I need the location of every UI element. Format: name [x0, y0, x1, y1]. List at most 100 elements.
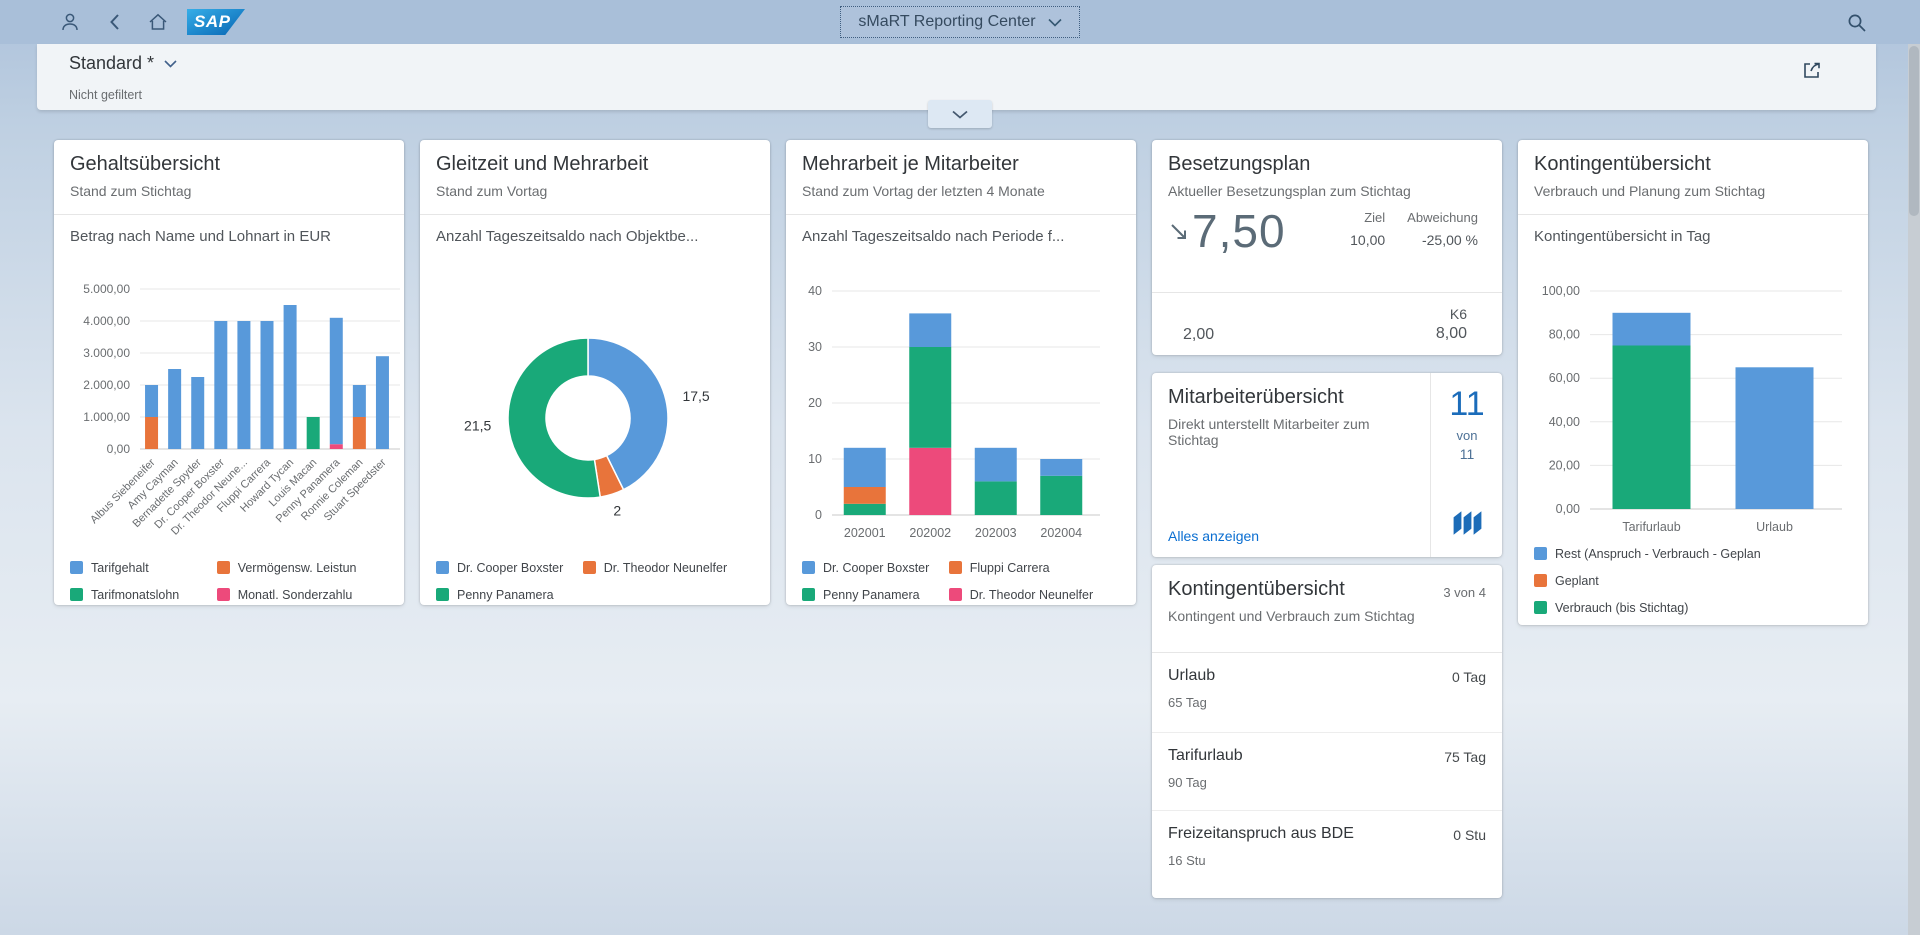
card-header[interactable]: Besetzungsplan Aktueller Besetzungsplan … [1152, 140, 1502, 215]
svg-text:202002: 202002 [909, 526, 951, 540]
scrollbar[interactable] [1908, 44, 1920, 935]
overtime-bar-chart: 010203040202001202002202003202004 [786, 260, 1136, 552]
app-title: sMaRT Reporting Center [858, 13, 1035, 31]
svg-text:0,00: 0,00 [107, 442, 131, 456]
footer-right-label: K6 [1436, 306, 1467, 322]
back-button[interactable] [105, 11, 127, 33]
card-header[interactable]: Kontingentübersicht Verbrauch und Planun… [1518, 140, 1868, 215]
card-subtitle: Stand zum Stichtag [70, 183, 388, 199]
legend-swatch [802, 588, 815, 601]
card-subtitle: Stand zum Vortag der letzten 4 Monate [802, 183, 1120, 199]
item-value: 0 Tag [1452, 669, 1486, 685]
svg-text:17,5: 17,5 [682, 388, 709, 404]
chart-title: Kontingentübersicht in Tag [1534, 228, 1711, 245]
legend-swatch [949, 561, 962, 574]
share-icon [1800, 70, 1824, 85]
card-header[interactable]: Mehrarbeit je Mitarbeiter Stand zum Vort… [786, 140, 1136, 215]
card-title: Mehrarbeit je Mitarbeiter [802, 153, 1120, 176]
legend-item: Geplant [1534, 567, 1860, 594]
svg-text:Tarifurlaub: Tarifurlaub [1622, 520, 1680, 534]
legend-swatch [70, 561, 83, 574]
bars [1613, 313, 1814, 509]
back-icon [105, 12, 127, 32]
svg-text:1.000,00: 1.000,00 [83, 410, 130, 424]
card-header[interactable]: Kontingentübersicht Kontingent und Verbr… [1152, 565, 1502, 653]
legend-label: Penny Panamera [823, 588, 920, 602]
legend-label: Monatl. Sonderzahlu [238, 588, 353, 602]
svg-text:202001: 202001 [844, 526, 886, 540]
svg-text:0,00: 0,00 [1556, 502, 1580, 516]
app-title-select[interactable]: sMaRT Reporting Center [840, 6, 1080, 38]
legend-swatch [1534, 601, 1547, 614]
sap-logo: SAP [187, 9, 245, 35]
list-item-tarifurlaub[interactable]: Tarifurlaub 75 Tag 90 Tag [1152, 732, 1502, 809]
svg-text:20,00: 20,00 [1549, 458, 1580, 472]
svg-text:40: 40 [808, 284, 822, 298]
chevron-down-icon [952, 107, 968, 122]
card-counter: 3 von 4 [1443, 585, 1486, 600]
legend-label: Verbrauch (bis Stichtag) [1555, 601, 1688, 615]
bars [844, 313, 1083, 515]
legend-swatch [1534, 547, 1547, 560]
scrollbar-thumb[interactable] [1909, 46, 1919, 216]
list-item-urlaub[interactable]: Urlaub 0 Tag 65 Tag [1152, 653, 1502, 729]
card-mitarbeiteruebersicht: Mitarbeiterübersicht Direkt unterstellt … [1152, 373, 1502, 557]
list-item-freizeitanspruch[interactable]: Freizeitanspruch aus BDE 0 Stu 16 Stu [1152, 810, 1502, 887]
card-header[interactable]: Gehaltsübersicht Stand zum Stichtag [54, 140, 404, 215]
card-gleitzeit: Gleitzeit und Mehrarbeit Stand zum Vorta… [420, 140, 770, 605]
chart-legend: Dr. Cooper BoxsterDr. Theodor NeunelferP… [436, 554, 762, 608]
legend-item: Tarifgehalt [70, 554, 217, 581]
svg-text:2.000,00: 2.000,00 [83, 378, 130, 392]
shell-header: SAP sMaRT Reporting Center [0, 0, 1920, 44]
legend-label: Vermögensw. Leistun [238, 561, 357, 575]
card-subtitle: Verbrauch und Planung zum Stichtag [1534, 183, 1852, 199]
legend-item: Dr. Cooper Boxster [436, 554, 583, 581]
svg-text:202004: 202004 [1040, 526, 1082, 540]
svg-text:2: 2 [613, 502, 621, 518]
legend-item: Monatl. Sonderzahlu [217, 581, 396, 608]
card-title: Besetzungsplan [1168, 153, 1486, 176]
variant-selector[interactable]: Standard * [69, 53, 177, 74]
svg-text:202003: 202003 [975, 526, 1017, 540]
svg-text:30: 30 [808, 340, 822, 354]
page: SAP sMaRT Reporting Center Standard * [0, 0, 1920, 935]
legend-swatch [217, 588, 230, 601]
card-kontingent-chart: Kontingentübersicht Verbrauch und Planun… [1518, 140, 1868, 625]
legend-swatch [70, 588, 83, 601]
variant-title: Standard * [69, 53, 154, 74]
footer-right: K6 8,00 [1436, 306, 1467, 343]
legend-item: Tarifmonatslohn [70, 581, 217, 608]
search-icon [1846, 12, 1868, 33]
legend-label: Dr. Theodor Neunelfer [604, 561, 727, 575]
kpi-targets: Ziel 10,00 Abweichung -25,00 % [1350, 210, 1478, 254]
card-title: Gehaltsübersicht [70, 153, 388, 176]
salary-bar-chart: 0,001.000,002.000,003.000,004.000,005.00… [54, 260, 404, 552]
card-mehrarbeit: Mehrarbeit je Mitarbeiter Stand zum Vort… [786, 140, 1136, 605]
legend-label: Rest (Anspruch - Verbrauch - Geplan [1555, 547, 1761, 561]
card-besetzungsplan: Besetzungsplan Aktueller Besetzungsplan … [1152, 140, 1502, 355]
legend-item: Fluppi Carrera [949, 554, 1128, 581]
card-subtitle: Direkt unterstellt Mitarbeiter zum Stich… [1168, 416, 1403, 448]
bars [145, 305, 389, 449]
share-button[interactable] [1800, 58, 1824, 82]
profile-button[interactable] [59, 11, 81, 33]
home-button[interactable] [147, 11, 169, 33]
chart-title: Anzahl Tageszeitsaldo nach Objektbe... [436, 228, 698, 245]
legend-swatch [436, 588, 449, 601]
flextime-donut-chart: 17,5 2 21,5 [420, 260, 770, 550]
svg-text:Urlaub: Urlaub [1756, 520, 1793, 534]
legend-swatch [802, 561, 815, 574]
kpi-target: Ziel 10,00 [1350, 210, 1385, 248]
svg-text:21,5: 21,5 [464, 417, 491, 433]
search-button[interactable] [1846, 11, 1868, 33]
show-all-link[interactable]: Alles anzeigen [1168, 528, 1259, 544]
kpi-deviation: Abweichung -25,00 % [1407, 210, 1478, 248]
item-name: Freizeitanspruch aus BDE [1168, 825, 1354, 843]
footer-right-value: 8,00 [1436, 325, 1467, 343]
legend-item: Rest (Anspruch - Verbrauch - Geplan [1534, 540, 1860, 567]
legend-item: Verbrauch (bis Stichtag) [1534, 594, 1860, 621]
card-header[interactable]: Gleitzeit und Mehrarbeit Stand zum Vorta… [420, 140, 770, 215]
svg-text:5.000,00: 5.000,00 [83, 282, 130, 296]
expand-filterbar-button[interactable] [928, 100, 992, 128]
count-value: 11 [1431, 385, 1503, 424]
